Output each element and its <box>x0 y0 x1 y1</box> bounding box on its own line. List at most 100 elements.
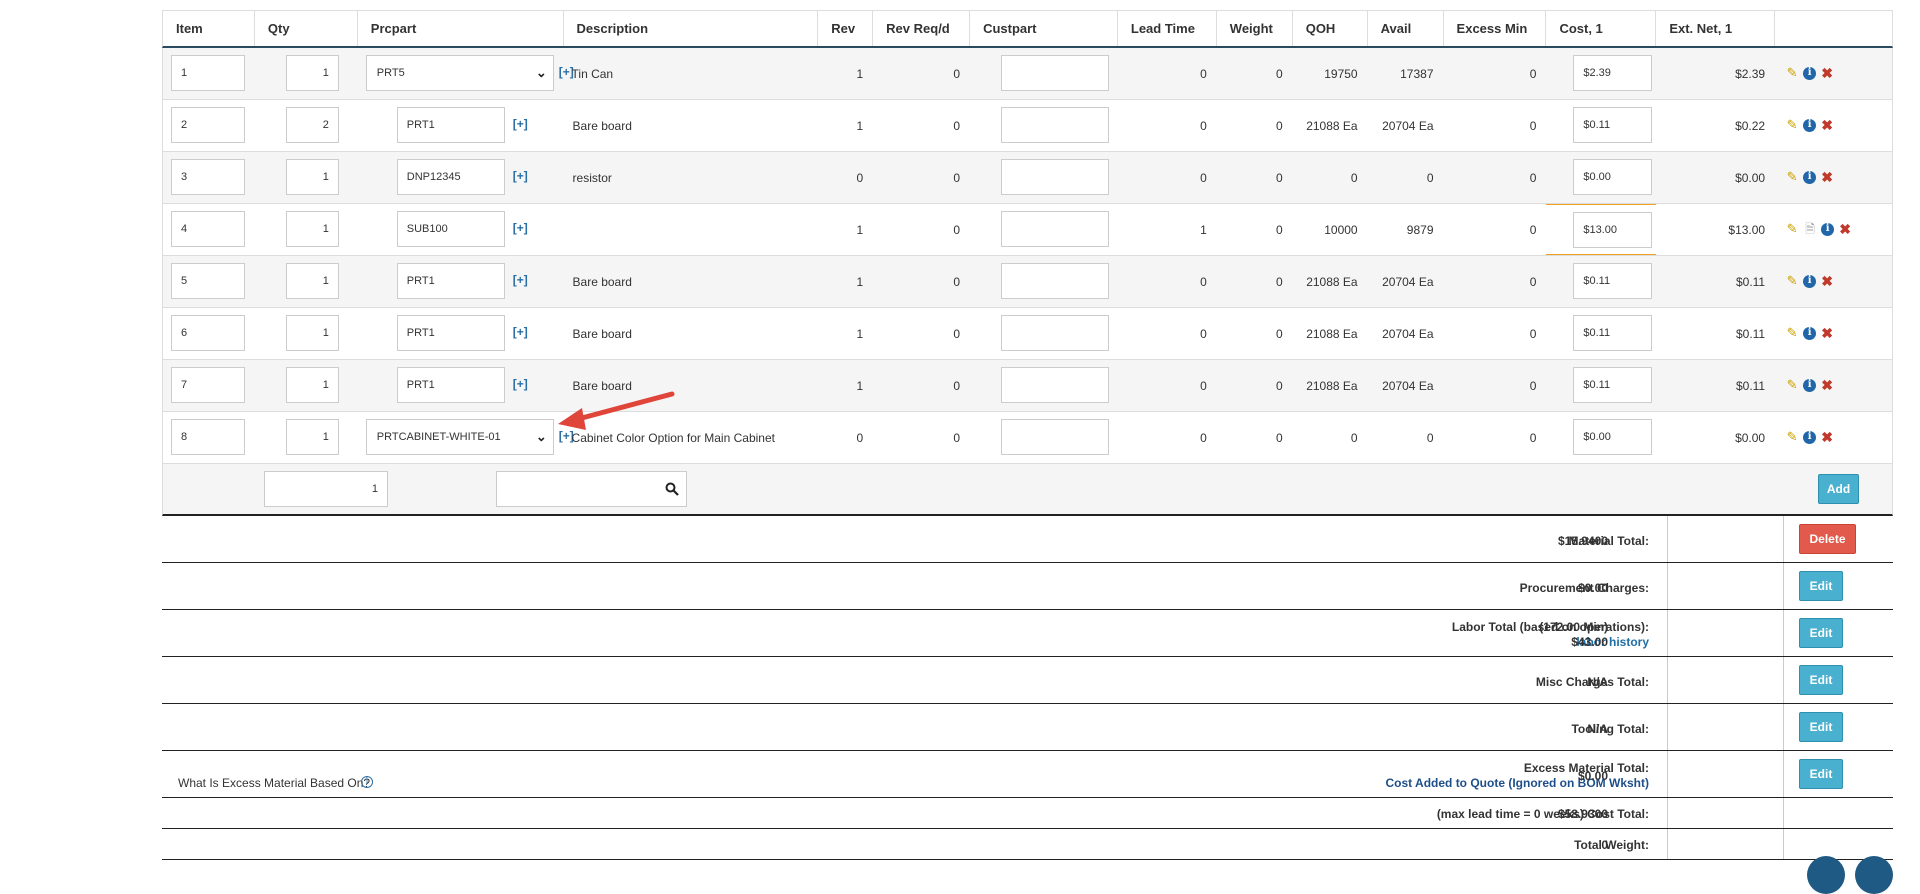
info-icon[interactable]: i <box>1803 274 1817 288</box>
qty-input[interactable]: 1 <box>285 419 339 455</box>
info-icon[interactable]: i <box>1803 430 1817 444</box>
edit-misc-button[interactable]: Edit <box>1799 665 1843 695</box>
item-input[interactable]: 1 <box>171 55 245 91</box>
add-part-search-input[interactable] <box>496 471 687 507</box>
qty-input[interactable]: 1 <box>285 159 339 195</box>
qty-input[interactable]: 1 <box>285 55 339 91</box>
qty-input[interactable]: 1 <box>285 367 339 403</box>
custpart-input[interactable] <box>1001 367 1110 403</box>
edit-labor-button[interactable]: Edit <box>1799 618 1843 648</box>
prcpart-select[interactable]: PRT5 ⌄ <box>365 55 554 91</box>
delete-x-icon[interactable]: ✖ <box>1820 274 1834 288</box>
col-header-ext-net[interactable]: Ext. Net, 1 <box>1656 11 1776 46</box>
pencil-icon[interactable]: ✎ <box>1785 274 1799 288</box>
qty-input[interactable]: 1 <box>285 211 339 247</box>
custpart-input[interactable] <box>1001 263 1110 299</box>
info-icon[interactable]: i <box>1821 222 1835 236</box>
col-header-item[interactable]: Item <box>163 11 255 46</box>
delete-x-icon[interactable]: ✖ <box>1838 222 1852 236</box>
delete-x-icon[interactable]: ✖ <box>1820 430 1834 444</box>
delete-x-icon[interactable]: ✖ <box>1820 326 1834 340</box>
col-header-cost[interactable]: Cost, 1 <box>1546 11 1657 46</box>
cost-input[interactable]: $0.00 <box>1573 159 1653 195</box>
delete-x-icon[interactable]: ✖ <box>1820 170 1834 184</box>
info-icon[interactable]: i <box>1803 66 1817 80</box>
cost-input[interactable]: $0.11 <box>1573 263 1653 299</box>
pencil-icon[interactable]: ✎ <box>1785 326 1799 340</box>
expand-part-link[interactable]: [+] <box>513 117 528 131</box>
delete-button[interactable]: Delete <box>1799 524 1856 554</box>
pencil-icon[interactable]: ✎ <box>1785 66 1799 80</box>
item-input[interactable]: 8 <box>171 419 245 455</box>
bom-rows: 1 1 PRT5 ⌄ [+] Tin Can 1 0 0 0 19750 1738… <box>162 48 1893 464</box>
expand-part-link[interactable]: [+] <box>513 325 528 339</box>
expand-part-link[interactable]: [+] <box>513 221 528 235</box>
floating-action-button[interactable] <box>1807 856 1845 894</box>
custpart-input[interactable] <box>1001 419 1110 455</box>
cost-input[interactable]: $0.11 <box>1573 107 1653 143</box>
prcpart-input[interactable]: PRT1 <box>396 367 505 403</box>
delete-x-icon[interactable]: ✖ <box>1820 66 1834 80</box>
pencil-icon[interactable]: ✎ <box>1785 378 1799 392</box>
col-header-weight[interactable]: Weight <box>1217 11 1293 46</box>
info-circle-icon[interactable]: i <box>361 776 373 788</box>
delete-x-icon[interactable]: ✖ <box>1820 118 1834 132</box>
custpart-input[interactable] <box>1001 107 1110 143</box>
qty-input[interactable]: 2 <box>285 107 339 143</box>
prcpart-input[interactable]: PRT1 <box>396 107 505 143</box>
expand-part-link[interactable]: [+] <box>513 169 528 183</box>
rev-value: 0 <box>856 431 864 445</box>
expand-part-link[interactable]: [+] <box>513 377 528 391</box>
col-header-lead-time[interactable]: Lead Time <box>1118 11 1217 46</box>
prcpart-input[interactable]: DNP12345 <box>396 159 505 195</box>
col-header-qoh[interactable]: QOH <box>1293 11 1368 46</box>
item-input[interactable]: 4 <box>171 211 245 247</box>
add-qty-input[interactable]: 1 <box>264 471 388 507</box>
prcpart-select[interactable]: PRTCABINET-WHITE-01 ⌄ <box>365 419 554 455</box>
info-icon[interactable]: i <box>1803 326 1817 340</box>
col-header-qty[interactable]: Qty <box>255 11 358 46</box>
qty-input[interactable]: 1 <box>285 263 339 299</box>
item-input[interactable]: 2 <box>171 107 245 143</box>
document-icon[interactable]: 🗎 <box>1803 222 1817 236</box>
col-header-custpart[interactable]: Custpart <box>970 11 1118 46</box>
cost-input[interactable]: $13.00 <box>1573 212 1653 248</box>
pencil-icon[interactable]: ✎ <box>1785 170 1799 184</box>
col-header-description[interactable]: Description <box>564 11 819 46</box>
cost-input[interactable]: $0.00 <box>1573 419 1653 455</box>
custpart-input[interactable] <box>1001 211 1110 247</box>
edit-procurement-button[interactable]: Edit <box>1799 571 1843 601</box>
info-icon[interactable]: i <box>1803 170 1817 184</box>
prcpart-input[interactable]: PRT1 <box>396 315 505 351</box>
prcpart-input[interactable]: PRT1 <box>396 263 505 299</box>
pencil-icon[interactable]: ✎ <box>1785 118 1799 132</box>
pencil-icon[interactable]: ✎ <box>1785 222 1799 236</box>
col-header-rev-reqd[interactable]: Rev Req/d <box>873 11 971 46</box>
col-header-prcpart[interactable]: Prcpart <box>358 11 564 46</box>
cost-input[interactable]: $0.11 <box>1573 367 1653 403</box>
floating-action-button[interactable] <box>1855 856 1893 894</box>
item-input[interactable]: 5 <box>171 263 245 299</box>
edit-excess-button[interactable]: Edit <box>1799 759 1843 789</box>
search-icon[interactable] <box>665 482 679 496</box>
custpart-input[interactable] <box>1001 159 1110 195</box>
col-header-excess-min[interactable]: Excess Min <box>1444 11 1547 46</box>
cost-input[interactable]: $2.39 <box>1573 55 1653 91</box>
custpart-input[interactable] <box>1001 315 1110 351</box>
custpart-input[interactable] <box>1001 55 1110 91</box>
pencil-icon[interactable]: ✎ <box>1785 430 1799 444</box>
add-button[interactable]: Add <box>1818 474 1859 504</box>
delete-x-icon[interactable]: ✖ <box>1820 378 1834 392</box>
qty-input[interactable]: 1 <box>285 315 339 351</box>
item-input[interactable]: 6 <box>171 315 245 351</box>
col-header-rev[interactable]: Rev <box>818 11 874 46</box>
edit-tooling-button[interactable]: Edit <box>1799 712 1843 742</box>
col-header-avail[interactable]: Avail <box>1368 11 1444 46</box>
item-input[interactable]: 3 <box>171 159 245 195</box>
cost-input[interactable]: $0.11 <box>1573 315 1653 351</box>
item-input[interactable]: 7 <box>171 367 245 403</box>
expand-part-link[interactable]: [+] <box>513 273 528 287</box>
info-icon[interactable]: i <box>1803 118 1817 132</box>
info-icon[interactable]: i <box>1803 378 1817 392</box>
prcpart-input[interactable]: SUB100 <box>396 211 505 247</box>
